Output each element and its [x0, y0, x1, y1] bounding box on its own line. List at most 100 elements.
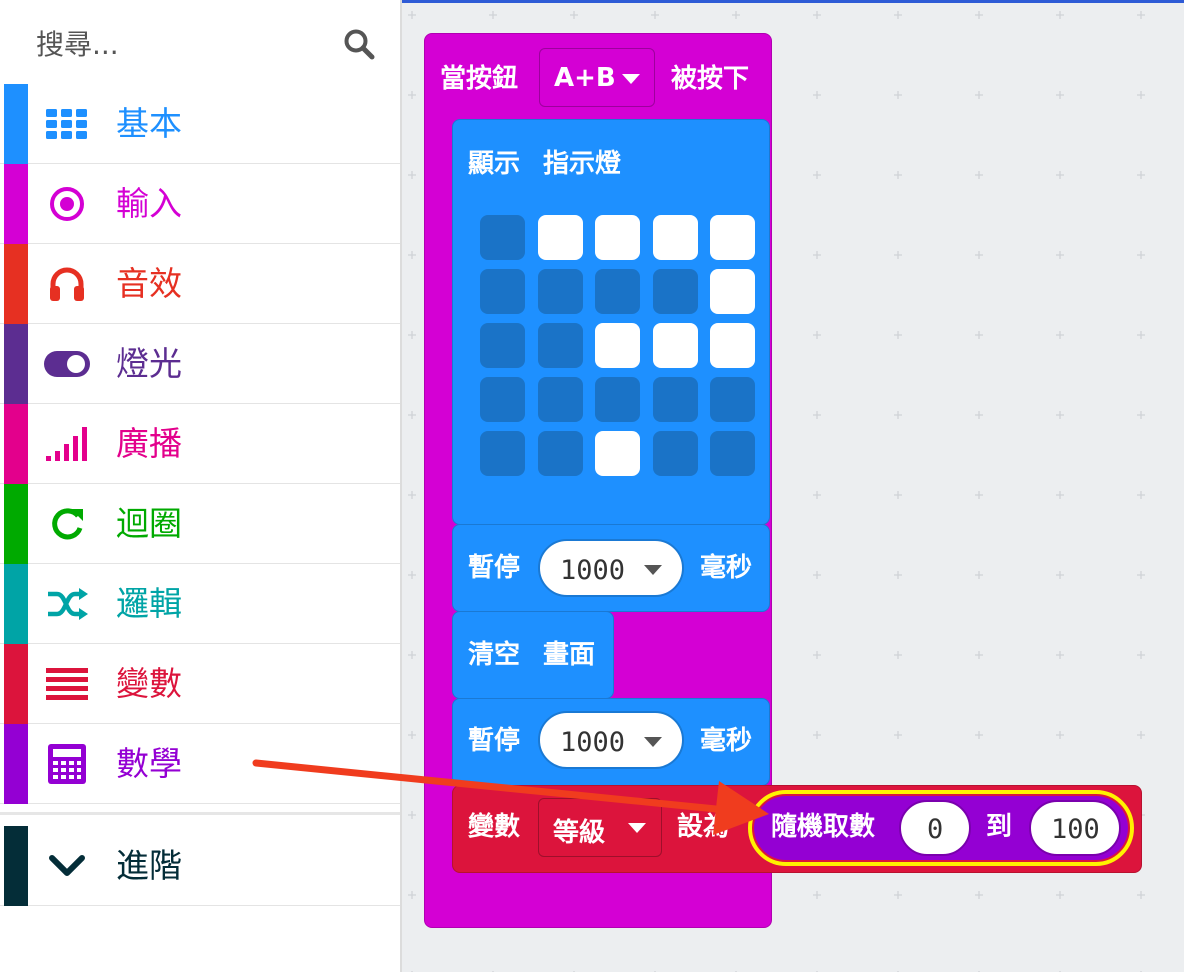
led-on[interactable]	[710, 269, 755, 314]
caret-down-icon	[644, 737, 662, 747]
category-color-bar	[4, 244, 28, 324]
pause-duration-value: 1000	[560, 727, 626, 758]
pause-duration-value: 1000	[560, 555, 626, 586]
show-leds-label: 顯示	[468, 149, 521, 179]
caret-down-icon	[622, 74, 640, 84]
category-led[interactable]: 燈光	[0, 324, 400, 404]
led-on[interactable]	[710, 323, 755, 368]
toggle-icon	[44, 342, 90, 386]
led-on[interactable]	[595, 431, 640, 476]
led-on[interactable]	[710, 215, 755, 260]
pause-label: 暫停	[468, 726, 521, 756]
random-to-field[interactable]: 100	[1029, 800, 1121, 856]
random-from-field[interactable]: 0	[899, 800, 971, 856]
category-math[interactable]: 數學	[0, 724, 400, 804]
led-off[interactable]	[480, 431, 525, 476]
category-label: 進階	[116, 846, 182, 885]
category-input[interactable]: 輸入	[0, 164, 400, 244]
clear-label-2: 畫面	[543, 640, 596, 670]
led-off[interactable]	[537, 377, 583, 422]
button-dropdown[interactable]: A+B	[539, 48, 655, 107]
category-loops[interactable]: 迴圈	[0, 484, 400, 564]
led-off[interactable]	[652, 431, 698, 476]
calculator-icon	[44, 742, 90, 786]
led-off[interactable]	[652, 269, 698, 314]
set-variable-label: 變數	[468, 812, 521, 842]
headphones-icon	[44, 262, 90, 306]
category-logic[interactable]: 邏輯	[0, 564, 400, 644]
event-prefix: 當按鈕	[440, 64, 519, 94]
random-from-value: 0	[927, 814, 944, 845]
search-icon[interactable]	[343, 28, 375, 60]
led-on[interactable]	[537, 215, 583, 260]
category-color-bar	[4, 724, 28, 804]
category-color-bar	[4, 404, 28, 484]
button-dropdown-value: A+B	[554, 63, 616, 93]
clear-label: 清空	[468, 640, 521, 670]
category-color-bar	[4, 84, 28, 164]
led-off[interactable]	[710, 377, 755, 422]
signal-bars-icon	[44, 422, 90, 466]
led-off[interactable]	[537, 323, 583, 368]
led-off[interactable]	[710, 431, 755, 476]
refresh-icon	[44, 502, 90, 546]
category-music[interactable]: 音效	[0, 244, 400, 324]
random-to-label: 到	[986, 812, 1013, 842]
category-radio[interactable]: 廣播	[0, 404, 400, 484]
category-color-bar	[4, 826, 28, 906]
led-on[interactable]	[652, 215, 698, 260]
variable-dropdown-value: 等級	[553, 818, 606, 848]
led-off[interactable]	[480, 377, 525, 422]
led-off[interactable]	[595, 269, 640, 314]
category-label: 邏輯	[116, 584, 182, 623]
pause-duration-field[interactable]: 1000	[538, 539, 684, 597]
led-off[interactable]	[480, 323, 525, 368]
category-basic[interactable]: 基本	[0, 84, 400, 164]
category-color-bar	[4, 644, 28, 724]
category-label: 變數	[116, 664, 182, 703]
show-leds-label-2: 指示燈	[543, 149, 622, 179]
category-label: 數學	[116, 744, 182, 783]
category-label: 輸入	[116, 184, 182, 223]
led-off[interactable]	[652, 377, 698, 422]
caret-down-icon	[628, 823, 646, 833]
pause-label: 暫停	[468, 553, 521, 583]
toolbox-divider	[0, 812, 400, 815]
category-label: 音效	[116, 264, 182, 303]
caret-down-icon	[644, 565, 662, 575]
random-label: 隨機取數	[771, 812, 876, 842]
led-off[interactable]	[537, 431, 583, 476]
led-on[interactable]	[652, 323, 698, 368]
led-grid[interactable]	[480, 215, 760, 477]
pause-unit: 毫秒	[700, 553, 753, 583]
category-color-bar	[4, 164, 28, 244]
toolbox: 搜尋... 基本 輸入 音效 燈光 廣播 迴圈 邏輯 變數 數學 進階	[0, 0, 402, 972]
set-to-label: 設為	[677, 812, 730, 842]
led-off[interactable]	[480, 215, 525, 260]
led-on[interactable]	[595, 215, 640, 260]
category-color-bar	[4, 324, 28, 404]
pause-unit: 毫秒	[700, 726, 753, 756]
random-to-value: 100	[1051, 814, 1100, 845]
workspace[interactable]: 當按鈕 A+B 被按下 顯示 指示燈 暫停 1000 毫秒 清空 畫面 暫停 1…	[402, 3, 1184, 972]
chevron-down-icon	[44, 844, 90, 888]
category-color-bar	[4, 564, 28, 644]
lines-icon	[44, 662, 90, 706]
category-label: 迴圈	[116, 504, 182, 543]
shuffle-icon	[44, 582, 90, 626]
led-off[interactable]	[595, 377, 640, 422]
led-off[interactable]	[480, 269, 525, 314]
search-input[interactable]: 搜尋...	[36, 23, 119, 63]
category-label: 燈光	[116, 344, 182, 383]
grid-icon	[44, 102, 90, 146]
led-off[interactable]	[537, 269, 583, 314]
pause-duration-field[interactable]: 1000	[538, 711, 684, 769]
category-variables[interactable]: 變數	[0, 644, 400, 724]
category-advanced[interactable]: 進階	[0, 826, 400, 906]
variable-dropdown[interactable]: 等級	[538, 798, 662, 857]
category-label: 基本	[116, 104, 182, 143]
led-on[interactable]	[595, 323, 640, 368]
category-label: 廣播	[116, 424, 182, 463]
event-suffix: 被按下	[671, 64, 750, 94]
search-box[interactable]: 搜尋...	[0, 0, 400, 84]
